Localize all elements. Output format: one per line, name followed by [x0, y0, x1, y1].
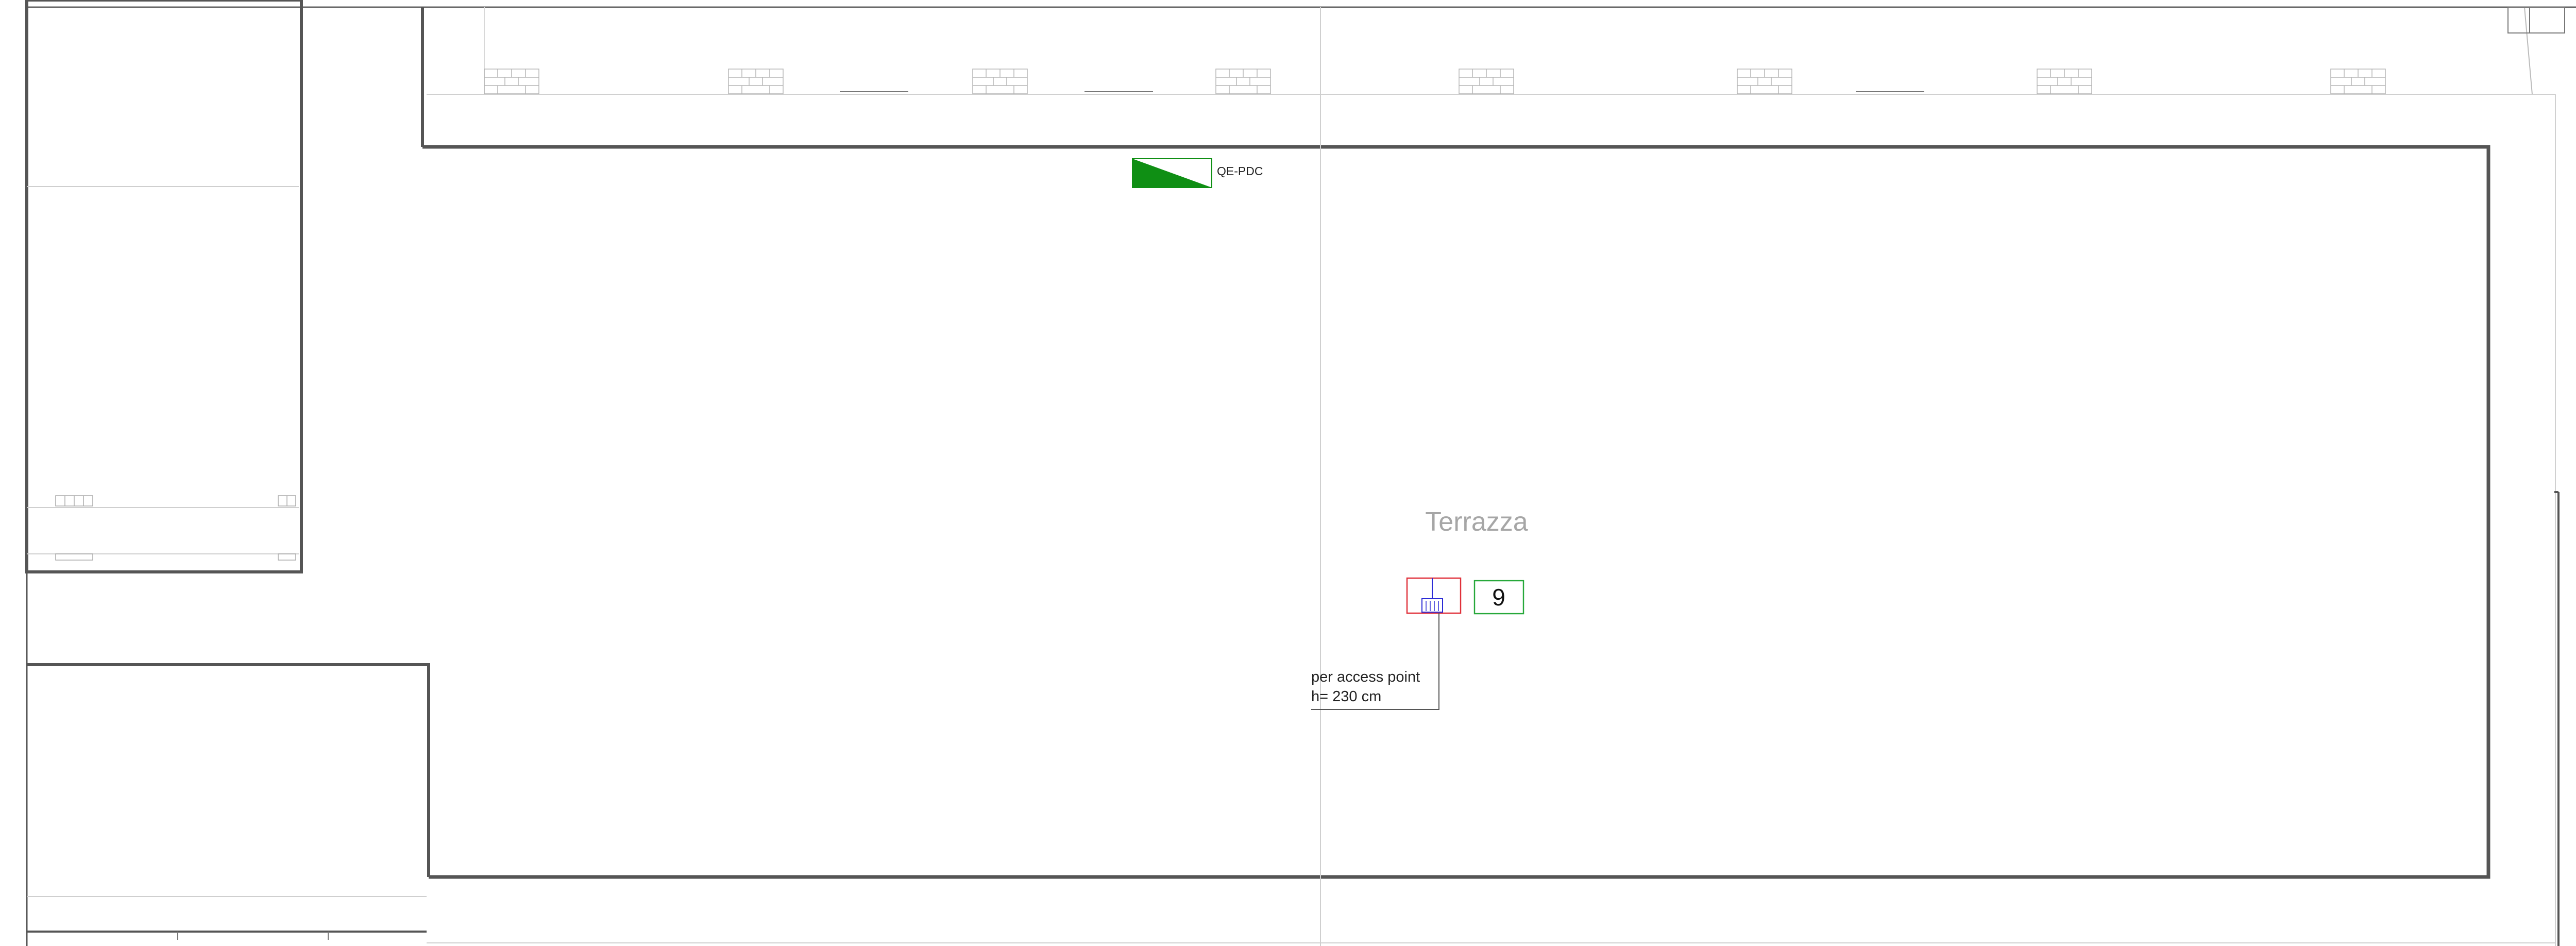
- access-point-icon: [1406, 577, 1462, 614]
- left-building-block: [25, 0, 2576, 946]
- electrical-panel-icon: [1132, 158, 1212, 188]
- panel-label: QE-PDC: [1217, 164, 1263, 178]
- top-corridor-strip: [421, 7, 2565, 147]
- terrace-wall: [422, 7, 2560, 946]
- floor-plan-drawing: QE-PDC Terrazza 9 per access point h= 23…: [25, 0, 2576, 946]
- radiator-row: [484, 69, 2386, 94]
- note-line-1: per access point: [1311, 669, 1420, 685]
- note-line-2: h= 230 cm: [1311, 688, 1381, 705]
- room-label: Terrazza: [1425, 507, 1528, 537]
- device-number: 9: [1492, 584, 1505, 611]
